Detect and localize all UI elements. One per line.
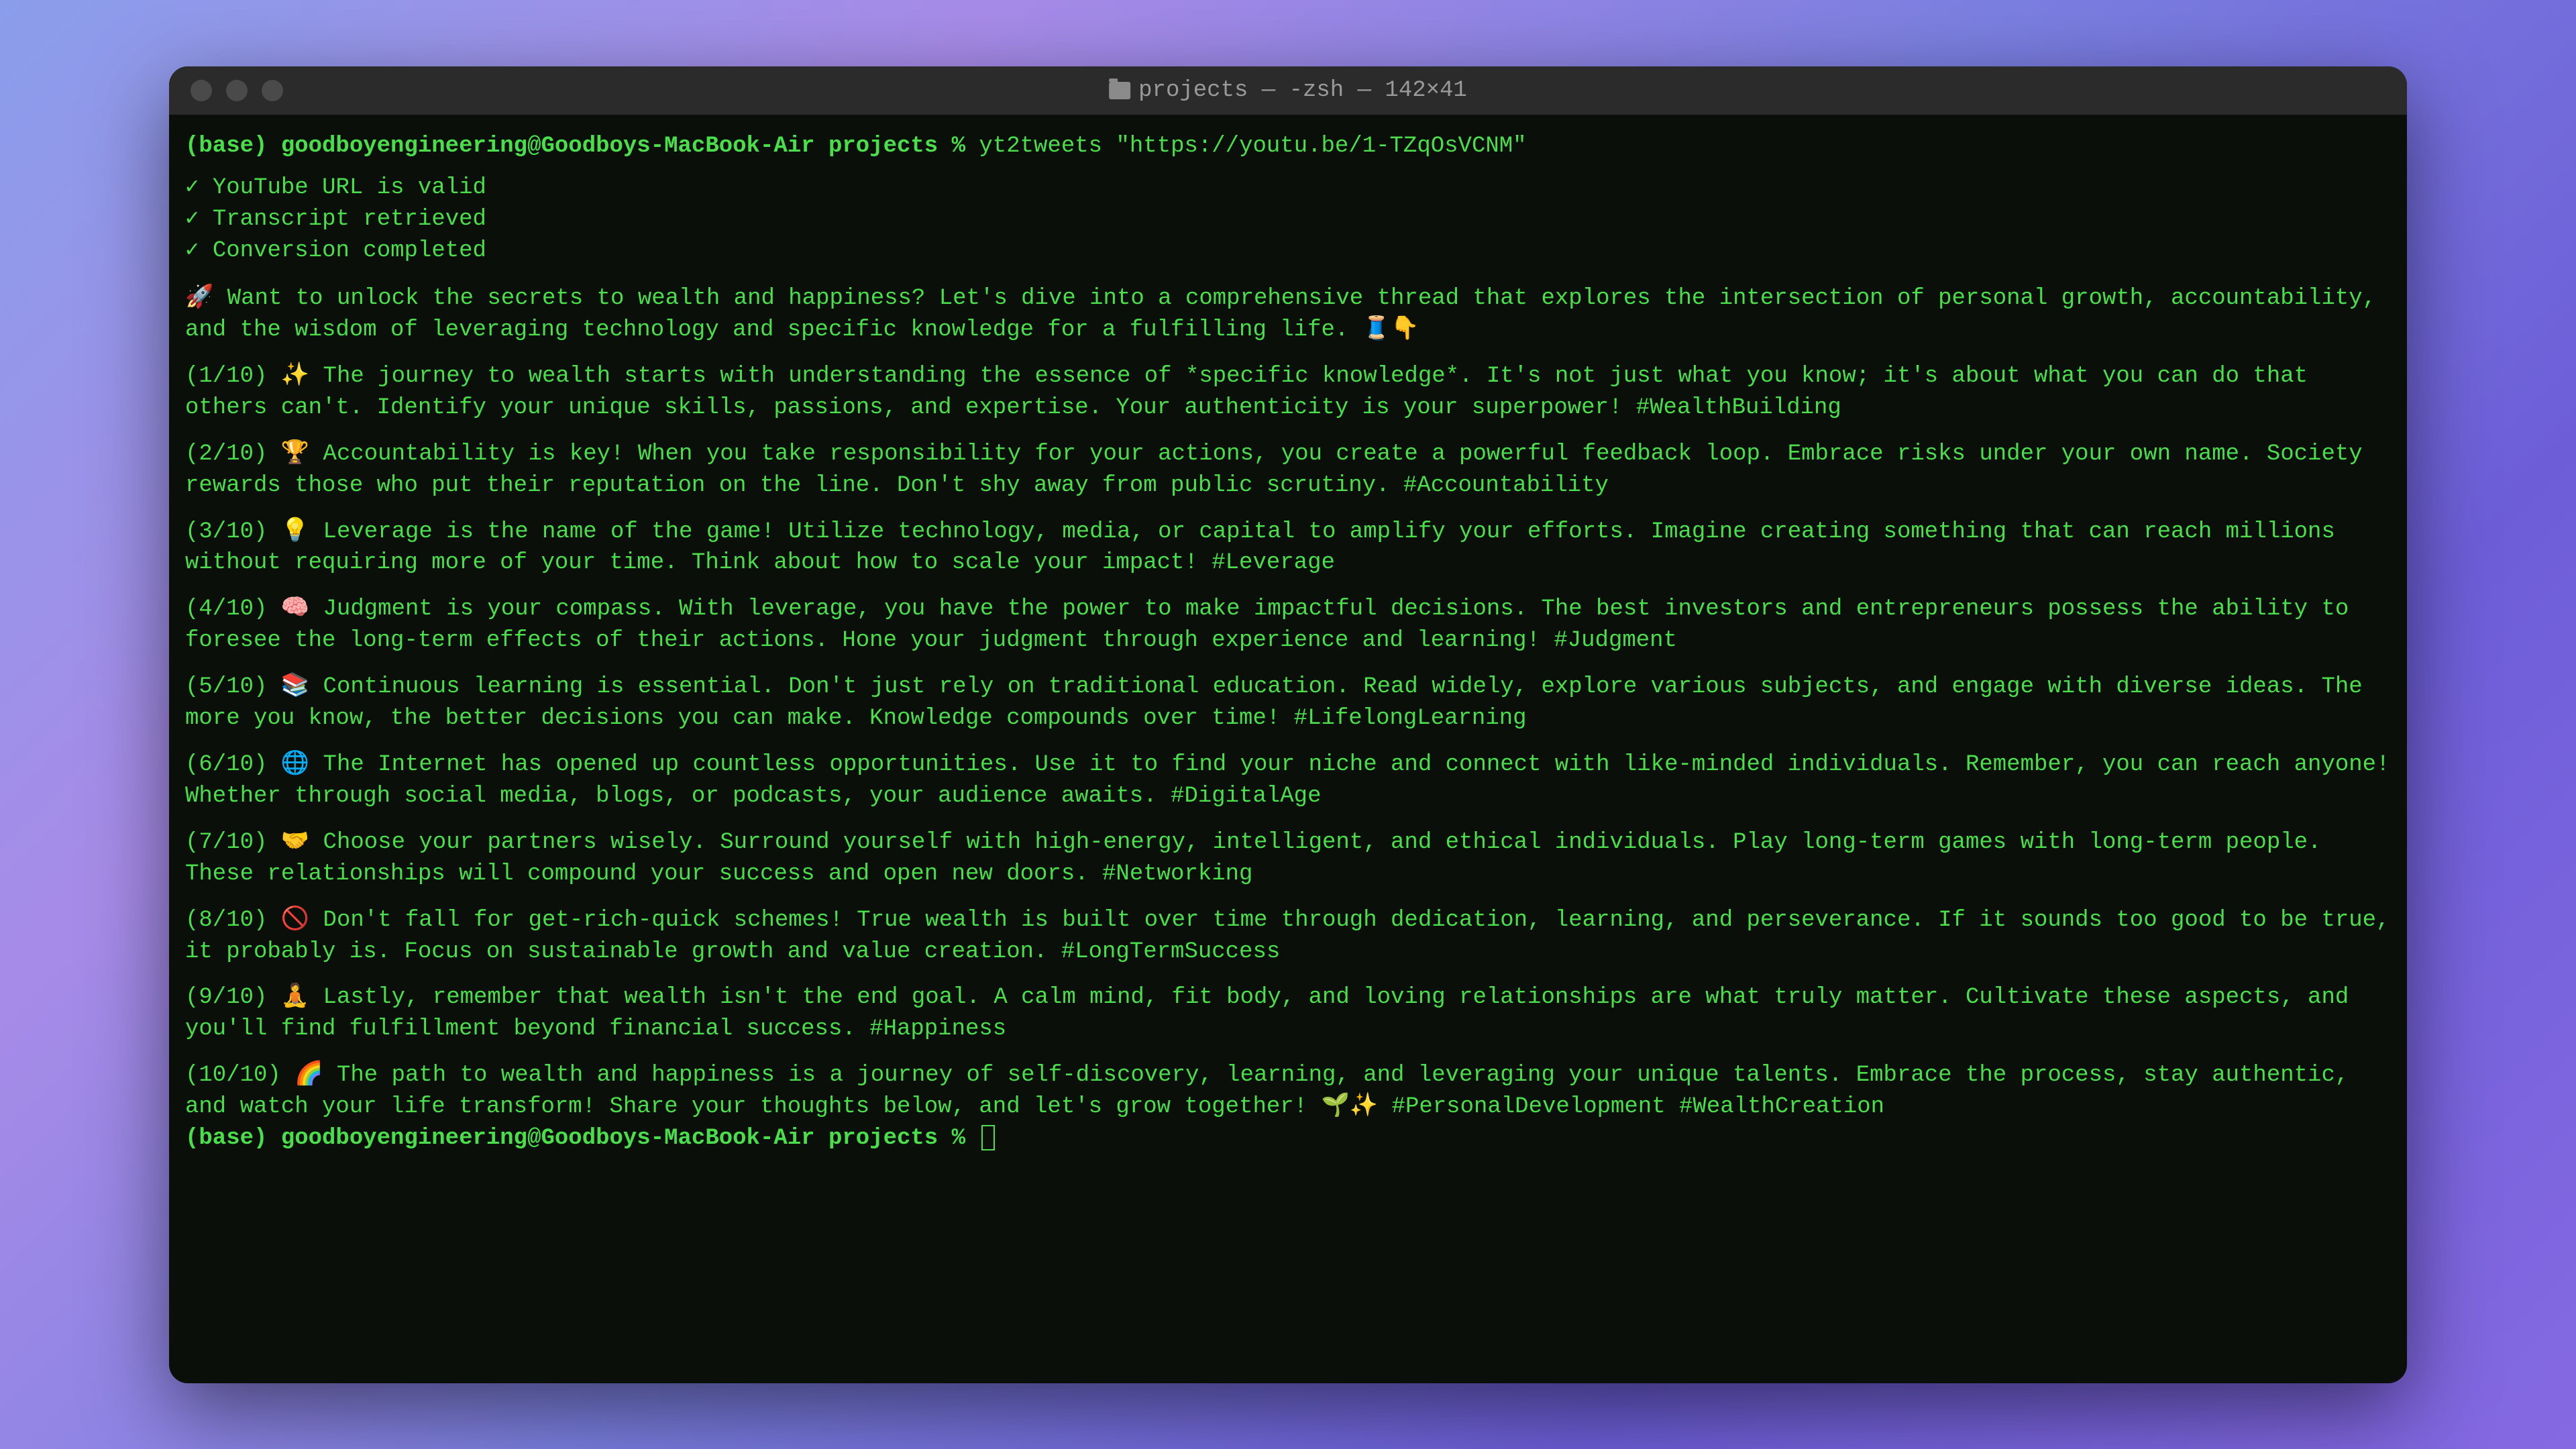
status-block: ✓ YouTube URL is valid ✓ Transcript retr… bbox=[185, 172, 2391, 267]
command-name: yt2tweets bbox=[979, 133, 1102, 159]
status-transcript: ✓ Transcript retrieved bbox=[185, 204, 2391, 235]
tweet-9: (9/10) 🧘 Lastly, remember that wealth is… bbox=[185, 982, 2391, 1045]
tweet-6: (6/10) 🌐 The Internet has opened up coun… bbox=[185, 749, 2391, 812]
tweet-2-text: (2/10) 🏆 Accountability is key! When you… bbox=[185, 441, 2363, 498]
tweet-7-text: (7/10) 🤝 Choose your partners wisely. Su… bbox=[185, 830, 2321, 887]
final-prompt-prefix: (base) goodboyengineering@Goodboys-MacBo… bbox=[185, 1126, 965, 1151]
terminal-window: projects — -zsh — 142×41 (base) goodboye… bbox=[169, 66, 2407, 1383]
prompt-prefix: (base) goodboyengineering@Goodboys-MacBo… bbox=[185, 133, 965, 159]
tweet-5-text: (5/10) 📚 Continuous learning is essentia… bbox=[185, 674, 2363, 731]
status-conversion: ✓ Conversion completed bbox=[185, 235, 2391, 267]
tweet-4: (4/10) 🧠 Judgment is your compass. With … bbox=[185, 594, 2391, 657]
tweet-8: (8/10) 🚫 Don't fall for get-rich-quick s… bbox=[185, 905, 2391, 968]
tweet-7: (7/10) 🤝 Choose your partners wisely. Su… bbox=[185, 827, 2391, 890]
tweet-4-text: (4/10) 🧠 Judgment is your compass. With … bbox=[185, 596, 2349, 653]
status-url-valid: ✓ YouTube URL is valid bbox=[185, 172, 2391, 204]
tweet-1-text: (1/10) ✨ The journey to wealth starts wi… bbox=[185, 364, 2308, 421]
tweet-10: (10/10) 🌈 The path to wealth and happine… bbox=[185, 1060, 2391, 1123]
command-line: (base) goodboyengineering@Goodboys-MacBo… bbox=[185, 131, 2391, 162]
maximize-button[interactable] bbox=[262, 80, 283, 101]
tweet-3: (3/10) 💡 Leverage is the name of the gam… bbox=[185, 517, 2391, 580]
window-title-text: projects — -zsh — 142×41 bbox=[1138, 78, 1467, 103]
traffic-lights bbox=[169, 80, 283, 101]
command-url: "https://youtu.be/1-TZqOsVCNM" bbox=[1116, 133, 1526, 159]
tweet-6-text: (6/10) 🌐 The Internet has opened up coun… bbox=[185, 752, 2390, 809]
thread-intro: 🚀 Want to unlock the secrets to wealth a… bbox=[185, 283, 2391, 346]
tweet-3-text: (3/10) 💡 Leverage is the name of the gam… bbox=[185, 519, 2335, 576]
intro-text: 🚀 Want to unlock the secrets to wealth a… bbox=[185, 286, 2376, 343]
final-prompt-line: (base) goodboyengineering@Goodboys-MacBo… bbox=[185, 1123, 2391, 1155]
tweet-10-text: (10/10) 🌈 The path to wealth and happine… bbox=[185, 1063, 2349, 1120]
minimize-button[interactable] bbox=[226, 80, 248, 101]
tweet-9-text: (9/10) 🧘 Lastly, remember that wealth is… bbox=[185, 985, 2349, 1042]
terminal-body[interactable]: (base) goodboyengineering@Goodboys-MacBo… bbox=[169, 115, 2407, 1383]
tweet-5: (5/10) 📚 Continuous learning is essentia… bbox=[185, 672, 2391, 735]
folder-icon bbox=[1109, 82, 1130, 99]
title-bar: projects — -zsh — 142×41 bbox=[169, 66, 2407, 115]
tweet-1: (1/10) ✨ The journey to wealth starts wi… bbox=[185, 361, 2391, 424]
tweet-8-text: (8/10) 🚫 Don't fall for get-rich-quick s… bbox=[185, 908, 2390, 965]
tweet-2: (2/10) 🏆 Accountability is key! When you… bbox=[185, 439, 2391, 502]
close-button[interactable] bbox=[191, 80, 212, 101]
cursor[interactable] bbox=[981, 1125, 995, 1150]
window-title: projects — -zsh — 142×41 bbox=[1109, 78, 1467, 103]
